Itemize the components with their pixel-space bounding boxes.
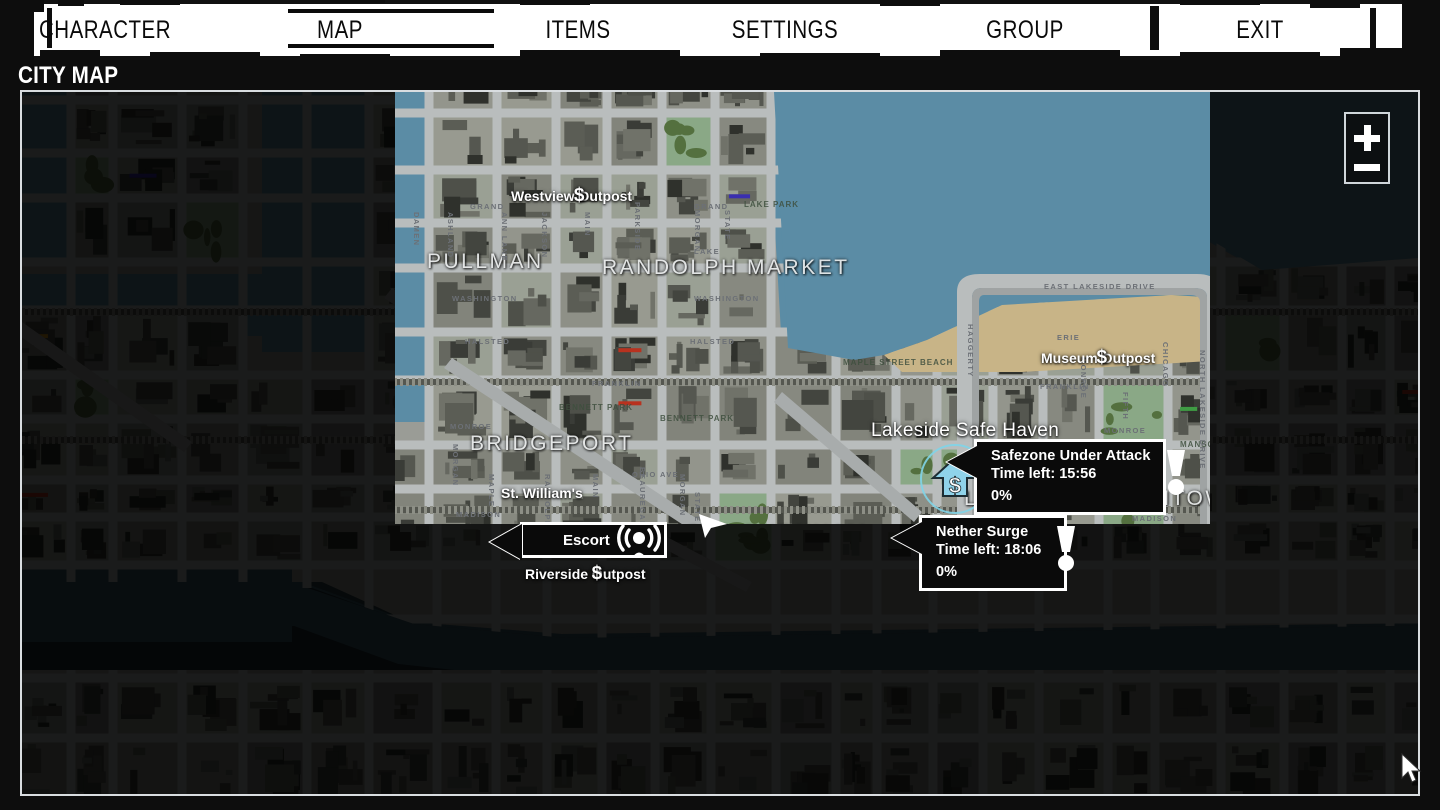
nav-tab-items[interactable]: ITEMS	[512, 12, 643, 48]
district-label: RANDOLPH MARKET	[602, 256, 850, 279]
map-zoom-control[interactable]	[1344, 112, 1390, 184]
street-label: MAIN	[583, 212, 592, 237]
mission-title: Safezone Under Attack	[991, 448, 1151, 464]
mission-tooltip[interactable]: Safezone Under Attack Time left: 15:56 0%	[947, 439, 1185, 515]
park-label: BENNETT PARK	[559, 403, 634, 412]
street-label: ANN LANE	[500, 212, 509, 262]
city-map-panel[interactable]: PULLMANRANDOLPH MARKETBRIDGEPORTOLD BURN…	[20, 90, 1420, 796]
nav-tab-settings[interactable]: SETTINGS	[719, 12, 850, 48]
street-label: MADISON	[1132, 514, 1178, 523]
mission-progress: 0%	[936, 564, 957, 580]
street-label: HAGGERTY	[966, 324, 975, 378]
mission-time-left: Time left: 15:56	[991, 466, 1097, 482]
tooltip-pointer	[947, 446, 977, 478]
mouse-cursor	[1400, 752, 1426, 791]
street-label: MORGAN	[693, 210, 702, 253]
park-label: LAKE PARK	[744, 200, 800, 209]
tooltip-pointer	[892, 522, 922, 554]
mission-progress: 0%	[991, 488, 1012, 504]
map-viewport[interactable]: PULLMANRANDOLPH MARKETBRIDGEPORTOLD BURN…	[22, 92, 1418, 794]
street-label: CHICAGO	[1161, 342, 1170, 388]
shop-dollar-marker[interactable]: $	[588, 563, 606, 585]
street-label: FIFTH	[1121, 392, 1130, 421]
street-label: GRAND	[470, 202, 505, 211]
mission-text: Safezone Under Attack Time left: 15:56 0%	[991, 448, 1151, 504]
street-label: MAIN	[591, 474, 600, 499]
shop-dollar-marker[interactable]: $	[1093, 347, 1111, 369]
street-label: MONROE	[1104, 426, 1147, 435]
zoom-in-button[interactable]	[1354, 124, 1380, 151]
street-label: MORGAN	[678, 474, 687, 517]
escort-mission-tooltip[interactable]: Escort	[490, 522, 667, 560]
street-label: EAST LAKESIDE DRIVE	[1044, 282, 1156, 291]
street-label: WASHINGTON	[694, 294, 760, 303]
radio-broadcast-icon	[616, 524, 661, 558]
street-label: NORTH LAKESIDE DRIVE	[1198, 350, 1207, 470]
street-label: BEAUREGARD	[638, 467, 647, 524]
escort-mission-label: Escort	[563, 531, 610, 549]
nav-tab-map[interactable]: MAP	[274, 12, 405, 48]
exclamation-icon	[1049, 524, 1083, 571]
mission-title: Nether Surge	[936, 524, 1029, 540]
mission-tooltip[interactable]: Nether Surge Time left: 18:06 0%	[892, 515, 1076, 591]
park-label: BENNETT PARK	[660, 414, 735, 423]
player-position-marker	[697, 510, 733, 547]
street-label: JACKSON	[540, 212, 549, 259]
poi-label[interactable]: Lakeside Safe Haven	[871, 420, 1059, 442]
mission-text: Nether Surge Time left: 18:06 0%	[936, 524, 1041, 580]
district-label: BRIDGEPORT	[470, 432, 634, 455]
shop-dollar-marker[interactable]: $	[570, 185, 588, 207]
street-label: MONROE	[450, 422, 493, 431]
street-label: PARKSIDE	[633, 202, 642, 252]
park-label: MAPLE STREET BEACH	[843, 358, 954, 367]
active-tab-marker-bottom	[288, 44, 494, 48]
poi-label[interactable]: Riverside Outpost	[525, 566, 646, 582]
top-navigation-bar: CHARACTER MAP ITEMS SETTINGS GROUP EXIT	[0, 0, 1440, 60]
street-label: HALSTED	[690, 337, 736, 346]
tooltip-pointer	[490, 524, 522, 560]
street-label: MADISON	[456, 510, 502, 519]
page-title: CITY MAP	[18, 62, 119, 89]
nav-tab-group[interactable]: GROUP	[959, 12, 1090, 48]
active-tab-marker-top	[288, 9, 494, 13]
mission-time-left: Time left: 18:06	[936, 542, 1042, 558]
nav-tab-character[interactable]: CHARACTER	[39, 12, 171, 48]
street-label: MORGAN	[451, 444, 460, 487]
player-arrow-icon	[699, 514, 727, 538]
street-label: STATE	[723, 210, 732, 241]
street-label: ERIE	[1057, 333, 1081, 342]
street-label: ASHLAND	[446, 212, 455, 259]
street-label: DAMEN	[412, 212, 421, 247]
street-label: MAPLE	[487, 474, 496, 508]
street-label: HALSTED	[465, 337, 511, 346]
street-label: FRANKLIN	[592, 379, 642, 388]
nav-tab-exit[interactable]: EXIT	[1194, 12, 1325, 48]
exclamation-icon	[1159, 448, 1193, 495]
nav-tabs: CHARACTER MAP ITEMS SETTINGS GROUP EXIT	[0, 0, 1440, 60]
street-label: WASHINGTON	[452, 294, 518, 303]
district-label: PULLMAN	[427, 250, 544, 273]
poi-label[interactable]: St. William's	[501, 485, 583, 501]
zoom-out-button[interactable]	[1354, 162, 1380, 172]
